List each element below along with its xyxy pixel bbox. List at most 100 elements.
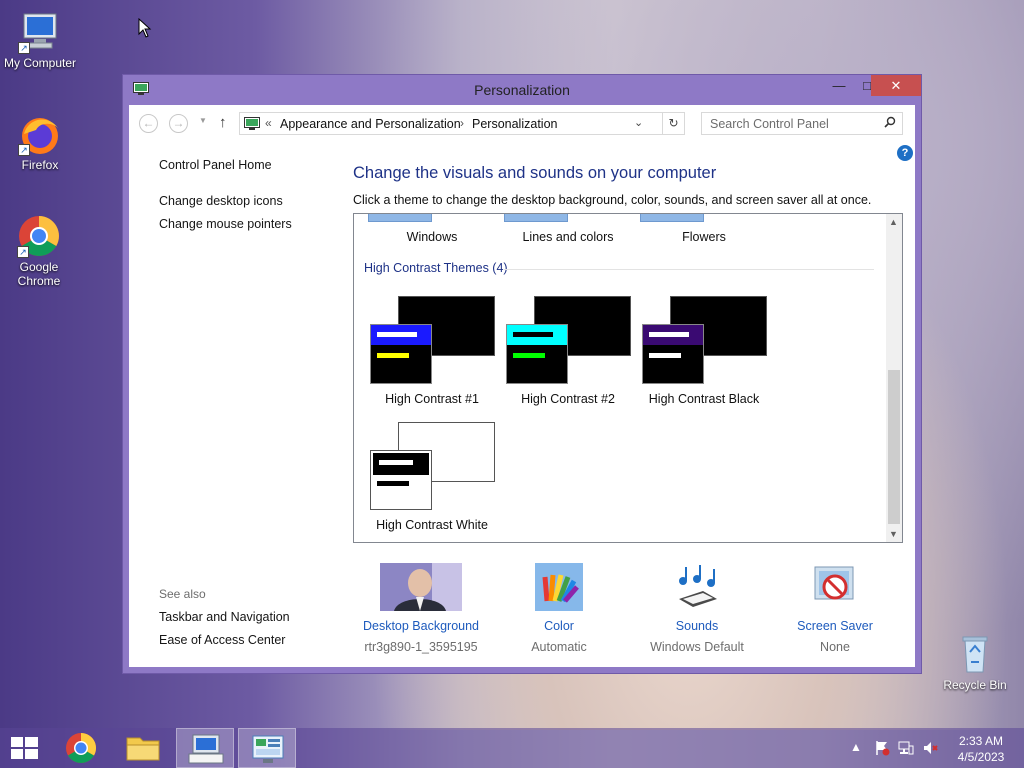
- show-hidden-icons-arrow-icon[interactable]: ▲: [850, 740, 862, 768]
- desktop-icon-my-computer[interactable]: ↗ My Computer: [0, 10, 80, 70]
- mouse-cursor-icon: [138, 17, 152, 41]
- desktop-icon-label: Firefox: [21, 158, 59, 172]
- theme-high-contrast-white[interactable]: [370, 422, 496, 512]
- title-bar[interactable]: Personalization — □ ✕: [123, 75, 921, 105]
- color-label[interactable]: Color: [499, 619, 619, 633]
- breadcrumb-separator[interactable]: ›: [460, 116, 464, 130]
- taskbar-control-panel[interactable]: [238, 728, 296, 768]
- control-panel-icon: [244, 117, 260, 130]
- control-panel-home-link[interactable]: Control Panel Home: [159, 158, 272, 172]
- theme-label-high-contrast-black[interactable]: High Contrast Black: [640, 392, 768, 406]
- theme-high-contrast-1[interactable]: [370, 296, 496, 386]
- theme-preview-bar: [513, 332, 553, 337]
- theme-high-contrast-2[interactable]: [506, 296, 632, 386]
- shortcut-arrow-icon: ↗: [18, 144, 30, 156]
- screen-saver-option[interactable]: Screen Saver None: [775, 563, 895, 654]
- theme-preview-bar: [377, 332, 417, 337]
- theme-preview-bar: [513, 353, 545, 358]
- theme-thumbnail-windows[interactable]: [368, 214, 432, 222]
- control-panel-icon: [252, 735, 284, 763]
- chrome-icon: [66, 733, 97, 764]
- theme-label-windows[interactable]: Windows: [382, 230, 482, 244]
- screen-saver-icon: [811, 563, 859, 611]
- music-notes-icon: [673, 563, 721, 611]
- start-button[interactable]: [0, 728, 48, 768]
- personalization-window: Personalization — □ ✕ ← → ▼ ↑ « Appearan…: [122, 74, 922, 674]
- themes-scrollbar[interactable]: ▲ ▼: [886, 214, 902, 542]
- chrome-icon: ↗: [17, 214, 61, 258]
- recent-locations-chevron-icon[interactable]: ▼: [199, 116, 207, 125]
- color-option[interactable]: Color Automatic: [499, 563, 619, 654]
- window-title: Personalization: [474, 82, 570, 98]
- up-arrow-icon[interactable]: ↑: [219, 114, 227, 131]
- theme-label-high-contrast-white[interactable]: High Contrast White: [364, 518, 500, 532]
- change-desktop-icons-link[interactable]: Change desktop icons: [159, 194, 283, 208]
- scroll-up-arrow-icon[interactable]: ▲: [889, 217, 898, 227]
- theme-thumbnail-flowers[interactable]: [640, 214, 704, 222]
- scrollbar-thumb[interactable]: [888, 370, 900, 524]
- search-icon[interactable]: [884, 116, 896, 131]
- theme-high-contrast-black[interactable]: [642, 296, 768, 386]
- theme-preview-bar: [377, 353, 409, 358]
- page-heading: Change the visuals and sounds on your co…: [353, 164, 717, 182]
- change-mouse-pointers-link[interactable]: Change mouse pointers: [159, 217, 292, 231]
- theme-label-lines-and-colors[interactable]: Lines and colors: [514, 230, 622, 244]
- taskbar-on-screen-keyboard[interactable]: [176, 728, 234, 768]
- shortcut-arrow-icon: ↗: [18, 42, 30, 54]
- taskbar: ▲ 2:33 AM 4/5/2023: [0, 728, 1024, 768]
- desktop-background-option[interactable]: Desktop Background rtr3g890-1_3595195: [361, 563, 481, 654]
- theme-preview-dialog: [506, 324, 568, 384]
- sounds-option[interactable]: Sounds Windows Default: [637, 563, 757, 654]
- network-icon[interactable]: [898, 740, 914, 768]
- screen-saver-label[interactable]: Screen Saver: [775, 619, 895, 633]
- close-button[interactable]: ✕: [871, 75, 921, 96]
- desktop-background-label[interactable]: Desktop Background: [361, 619, 481, 633]
- refresh-icon[interactable]: ↻: [663, 112, 685, 135]
- clock-time: 2:33 AM: [958, 734, 1004, 748]
- theme-label-high-contrast-1[interactable]: High Contrast #1: [370, 392, 494, 406]
- breadcrumb-appearance[interactable]: Appearance and Personalization: [280, 117, 461, 131]
- back-arrow-icon[interactable]: ←: [139, 114, 158, 133]
- help-icon[interactable]: ?: [897, 145, 913, 161]
- computer-icon: ↗: [18, 10, 62, 54]
- color-value: Automatic: [531, 640, 587, 654]
- search-placeholder: Search Control Panel: [710, 117, 829, 131]
- desktop-icon-chrome[interactable]: ↗ Google Chrome: [0, 214, 78, 288]
- system-clock[interactable]: 2:33 AM 4/5/2023: [950, 733, 1012, 765]
- search-input[interactable]: Search Control Panel: [701, 112, 903, 135]
- forward-arrow-icon[interactable]: →: [169, 114, 188, 133]
- folder-icon: [126, 737, 160, 761]
- navigation-bar: ← → ▼ ↑ « Appearance and Personalization…: [129, 105, 915, 141]
- theme-preview-bar: [649, 353, 681, 358]
- desktop-icon-label: Google Chrome: [17, 260, 61, 288]
- desktop-icon-label: Recycle Bin: [943, 678, 1007, 692]
- wallpaper-thumbnail: [380, 563, 462, 611]
- see-also-heading: See also: [159, 587, 206, 601]
- breadcrumb-personalization[interactable]: Personalization: [472, 117, 557, 131]
- desktop-background-value: rtr3g890-1_3595195: [364, 640, 478, 654]
- sounds-label[interactable]: Sounds: [637, 619, 757, 633]
- ease-of-access-link[interactable]: Ease of Access Center: [159, 633, 285, 647]
- windows-logo-icon: [11, 737, 38, 759]
- taskbar-chrome[interactable]: [52, 728, 110, 768]
- high-contrast-group-title: High Contrast Themes (4): [364, 261, 508, 275]
- volume-muted-icon[interactable]: [922, 740, 938, 768]
- theme-label-flowers[interactable]: Flowers: [654, 230, 754, 244]
- scroll-down-arrow-icon[interactable]: ▼: [889, 529, 898, 539]
- theme-preview-dialog: [370, 450, 432, 510]
- breadcrumb-overflow[interactable]: «: [265, 116, 272, 130]
- taskbar-navigation-link[interactable]: Taskbar and Navigation: [159, 610, 290, 624]
- desktop-icon-firefox[interactable]: ↗ Firefox: [0, 112, 80, 172]
- address-dropdown-chevron-icon[interactable]: ⌄: [634, 116, 643, 129]
- themes-list[interactable]: Windows Lines and colors Flowers High Co…: [353, 213, 903, 543]
- theme-thumbnail-lines-and-colors[interactable]: [504, 214, 568, 222]
- page-description: Click a theme to change the desktop back…: [353, 193, 872, 207]
- desktop-icon-recycle-bin[interactable]: Recycle Bin: [935, 632, 1015, 692]
- theme-label-high-contrast-2[interactable]: High Contrast #2: [506, 392, 630, 406]
- theme-preview-dialog: [642, 324, 704, 384]
- action-center-flag-icon[interactable]: [874, 740, 890, 768]
- minimize-button[interactable]: —: [825, 75, 853, 96]
- theme-preview-dialog: [370, 324, 432, 384]
- taskbar-file-explorer[interactable]: [114, 728, 172, 768]
- address-bar[interactable]: « Appearance and Personalization › Perso…: [239, 112, 663, 135]
